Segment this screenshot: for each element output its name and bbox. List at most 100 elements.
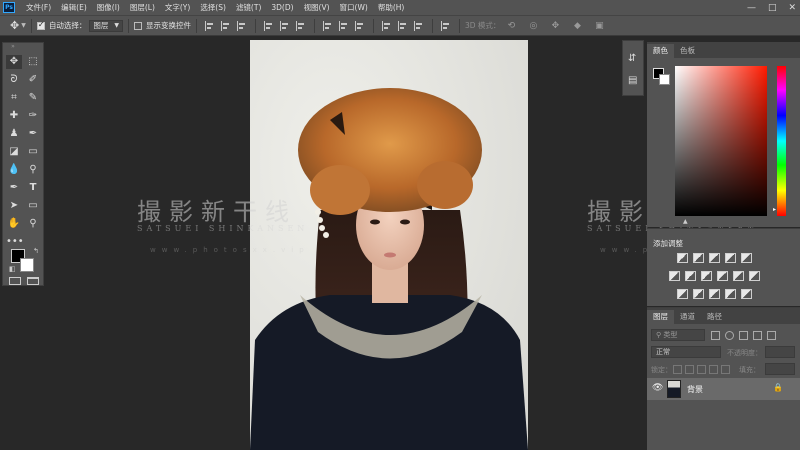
lock-artboard-icon[interactable] [709,365,718,374]
gradient-map-icon[interactable] [741,289,752,299]
slide-3d-icon[interactable]: ◆ [571,21,583,31]
align-bottom-icon[interactable] [236,20,247,31]
align-vcenter-icon[interactable] [220,20,231,31]
distribute-vcenter-icon[interactable] [338,20,349,31]
auto-align-icon[interactable] [440,20,451,31]
panel-bg-swatch[interactable] [659,74,670,85]
curves-icon[interactable] [709,253,720,263]
photo-filter-icon[interactable] [717,271,728,281]
zoom-tool-icon[interactable]: ⚲ [25,217,41,231]
black-white-icon[interactable] [701,271,712,281]
screen-mode-icon[interactable] [27,277,39,285]
vibrance-icon[interactable] [741,253,752,263]
chevron-down-icon[interactable]: ▼ [21,22,26,29]
rectangle-tool-icon[interactable]: ▭ [25,199,41,213]
eye-icon[interactable]: 👁 [652,383,663,393]
roll-3d-icon[interactable]: ◎ [527,21,539,31]
properties-panel-icon[interactable]: ⇵ [628,53,636,64]
lock-position-icon[interactable] [697,365,706,374]
opacity-field[interactable] [765,346,795,358]
distribute-top-icon[interactable] [322,20,333,31]
tab-color[interactable]: 颜色 [647,44,674,58]
distribute-right-icon[interactable] [413,20,424,31]
levels-icon[interactable] [693,253,704,263]
selective-color-icon[interactable] [725,289,736,299]
distribute-bottom-icon[interactable] [354,20,365,31]
background-color-swatch[interactable] [20,258,34,272]
brush-tool-icon[interactable]: ✑ [25,109,41,123]
filter-type-icon[interactable] [739,331,748,340]
hand-tool-icon[interactable]: ✋ [6,217,22,231]
swap-colors-icon[interactable]: ↰ [33,247,39,255]
align-left-icon[interactable] [263,20,274,31]
eyedropper-tool-icon[interactable]: ✎ [25,91,41,105]
type-tool-icon[interactable]: T [25,181,41,195]
show-transform-checkbox[interactable] [133,21,142,30]
quick-select-tool-icon[interactable]: ✐ [25,73,41,87]
marquee-tool-icon[interactable]: ⬚ [25,55,41,69]
tab-paths[interactable]: 路径 [701,310,728,324]
move-tool-preset-icon[interactable]: ✥ [10,19,19,32]
history-brush-tool-icon[interactable]: ✒ [25,127,41,141]
menu-filter[interactable]: 滤镜(T) [231,0,266,15]
auto-select-checkbox[interactable] [36,20,45,30]
threshold-icon[interactable] [709,289,720,299]
layer-row-background[interactable]: 👁 背景 🔒 [647,378,800,400]
menu-view[interactable]: 视图(V) [299,0,335,15]
path-select-tool-icon[interactable]: ➤ [6,199,22,213]
filter-pixel-icon[interactable] [711,331,720,340]
menu-layer[interactable]: 图层(L) [125,0,160,15]
edit-toolbar-icon[interactable]: ••• [6,235,24,249]
blend-mode-dropdown[interactable]: 正常 [651,346,721,358]
menu-type[interactable]: 文字(Y) [160,0,195,15]
lock-all-icon[interactable] [721,365,730,374]
quick-mask-icon[interactable] [9,277,21,285]
posterize-icon[interactable] [693,289,704,299]
move-tool-icon[interactable]: ✥ [6,55,22,69]
drag-3d-icon[interactable]: ✥ [549,21,561,31]
align-right-icon[interactable] [295,20,306,31]
filter-smart-object-icon[interactable] [767,331,776,340]
blur-tool-icon[interactable]: 💧 [6,163,22,177]
lock-transparent-icon[interactable] [673,365,682,374]
document-canvas[interactable] [250,40,528,450]
menu-window[interactable]: 窗口(W) [335,0,373,15]
color-picker-field[interactable] [675,66,767,216]
maximize-button[interactable]: □ [768,3,777,13]
crop-tool-icon[interactable]: ⌗ [6,91,22,105]
distribute-hcenter-icon[interactable] [397,20,408,31]
tab-channels[interactable]: 通道 [674,310,701,324]
clone-stamp-tool-icon[interactable]: ♟ [6,127,22,141]
invert-icon[interactable] [677,289,688,299]
scale-3d-icon[interactable]: ▣ [593,21,605,31]
panel-collapse-icon[interactable]: » [5,43,21,51]
layer-name[interactable]: 背景 [687,384,703,395]
align-top-icon[interactable] [204,20,215,31]
menu-file[interactable]: 文件(F) [21,0,56,15]
hue-saturation-icon[interactable] [669,271,680,281]
tab-layers[interactable]: 图层 [647,310,674,324]
tab-swatches[interactable]: 色板 [674,44,701,58]
brightness-contrast-icon[interactable] [677,253,688,263]
libraries-panel-icon[interactable]: ▤ [628,75,637,86]
auto-select-dropdown[interactable]: 图层 ▼ [89,19,123,32]
hue-slider[interactable] [777,66,786,216]
dodge-tool-icon[interactable]: ⚲ [25,163,41,177]
orbit-3d-icon[interactable]: ⟲ [505,21,517,31]
lock-image-icon[interactable] [685,365,694,374]
filter-adjustment-icon[interactable] [725,331,734,340]
distribute-left-icon[interactable] [381,20,392,31]
eraser-tool-icon[interactable]: ◪ [6,145,22,159]
lasso-tool-icon[interactable]: ᘐ [6,73,22,87]
channel-mixer-icon[interactable] [733,271,744,281]
default-colors-icon[interactable]: ◧ [9,265,16,273]
color-lookup-icon[interactable] [749,271,760,281]
healing-brush-tool-icon[interactable]: ✚ [6,109,22,123]
exposure-icon[interactable] [725,253,736,263]
menu-help[interactable]: 帮助(H) [373,0,410,15]
pen-tool-icon[interactable]: ✒ [6,181,22,195]
layer-filter-dropdown[interactable]: ⚲ 类型 [651,329,705,341]
minimize-button[interactable]: — [747,3,756,13]
color-balance-icon[interactable] [685,271,696,281]
align-hcenter-icon[interactable] [279,20,290,31]
